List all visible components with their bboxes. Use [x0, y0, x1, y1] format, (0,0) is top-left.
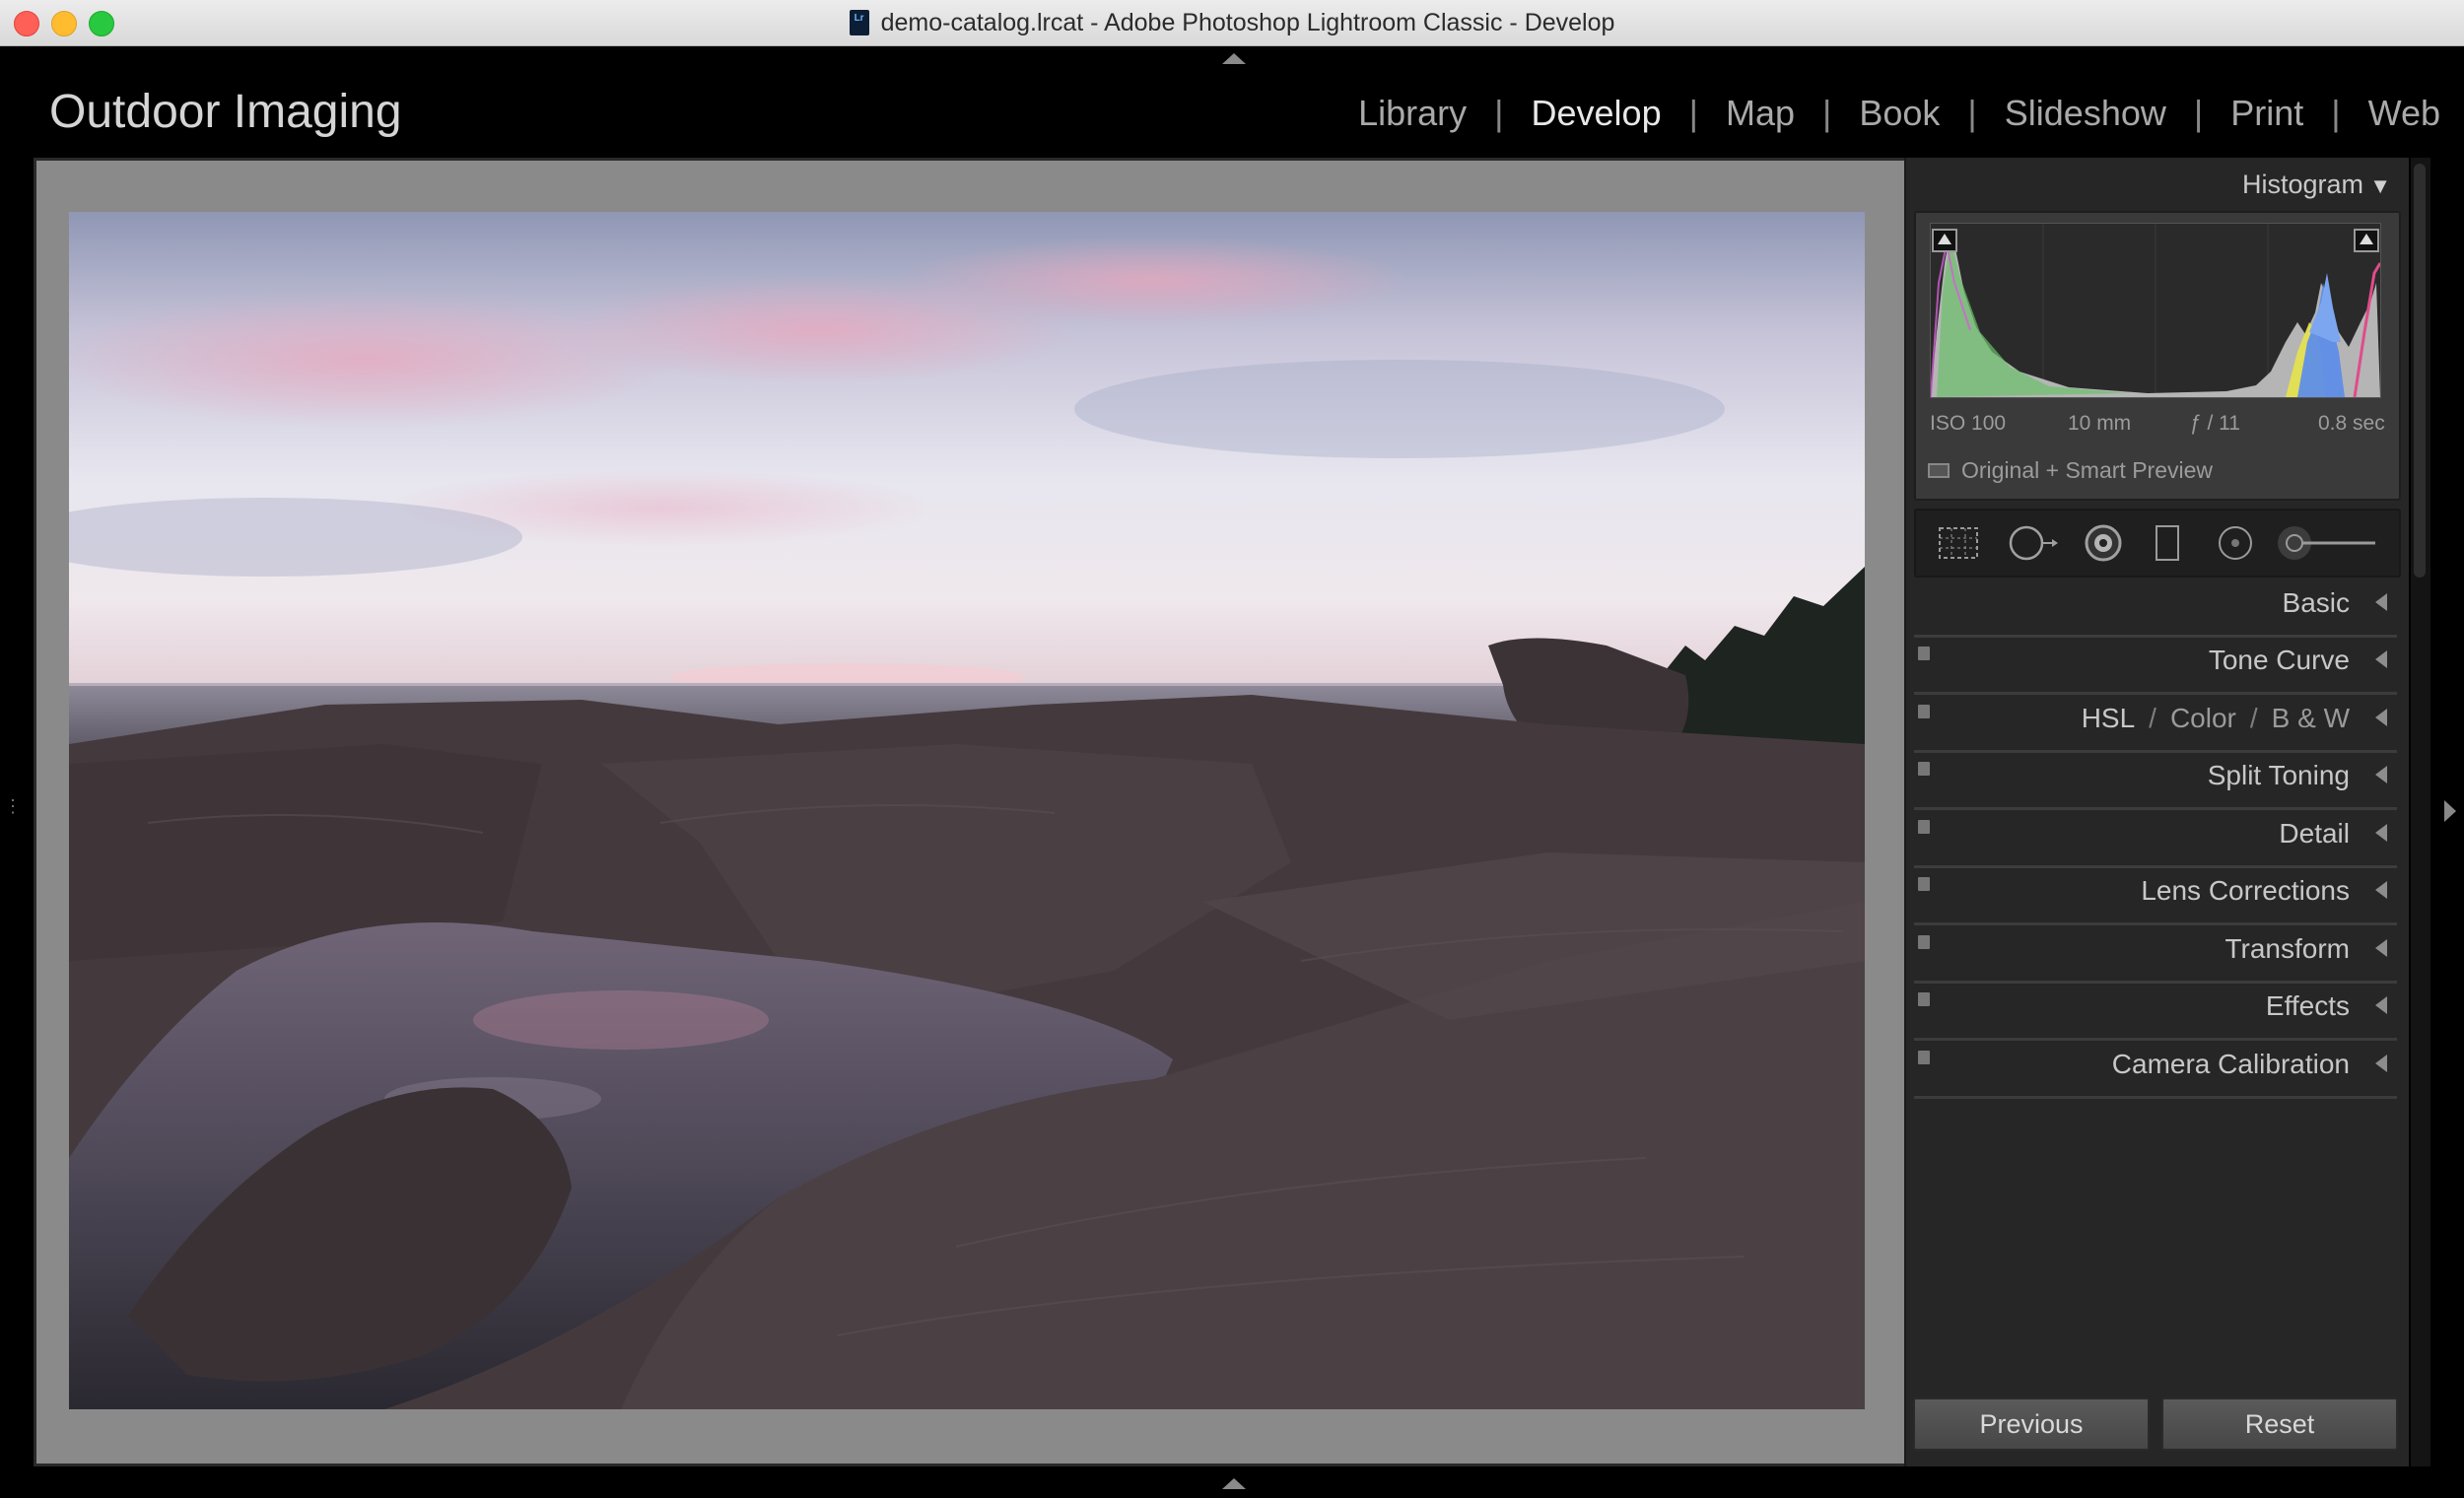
- module-separator: |: [2331, 93, 2341, 133]
- histogram-graph[interactable]: [1930, 223, 2382, 398]
- section-effects[interactable]: Effects: [1914, 981, 2397, 1041]
- main-photo-preview[interactable]: [69, 212, 1865, 1409]
- smart-preview-label: Original + Smart Preview: [1961, 457, 2213, 483]
- hsl-separator: /: [2249, 703, 2258, 733]
- expand-arrow-icon[interactable]: [2375, 939, 2387, 957]
- expand-arrow-icon[interactable]: [2375, 593, 2387, 611]
- exif-focal-length: 10 mm: [2068, 412, 2132, 435]
- module-library[interactable]: Library: [1358, 93, 1467, 134]
- shadow-clipping-icon[interactable]: [1932, 229, 1957, 252]
- window-title: demo-catalog.lrcat - Adobe Photoshop Lig…: [880, 8, 1615, 36]
- tool-strip: [1914, 509, 2401, 578]
- module-separator: |: [1688, 93, 1698, 133]
- expand-arrow-icon[interactable]: [2375, 650, 2387, 668]
- section-detail-label: Detail: [2279, 818, 2350, 849]
- smart-preview-status[interactable]: Original + Smart Preview: [1928, 457, 2213, 484]
- expand-arrow-icon[interactable]: [2375, 824, 2387, 842]
- bottom-panel-toggle-icon[interactable]: [1222, 1478, 1246, 1489]
- identity-plate: Outdoor Imaging: [49, 86, 402, 138]
- hsl-separator: /: [2149, 703, 2156, 733]
- section-lens-corrections[interactable]: Lens Corrections: [1914, 865, 2397, 925]
- module-separator: |: [1967, 93, 1977, 133]
- module-map[interactable]: Map: [1726, 93, 1795, 134]
- section-transform-label: Transform: [2224, 933, 2350, 964]
- lightroom-document-icon: Lr: [849, 10, 869, 35]
- section-basic[interactable]: Basic: [1914, 578, 2397, 638]
- exif-aperture: ƒ / 11: [2190, 412, 2240, 435]
- previous-button[interactable]: Previous: [1913, 1397, 2150, 1451]
- module-web[interactable]: Web: [2368, 93, 2440, 134]
- module-print[interactable]: Print: [2230, 93, 2303, 134]
- expand-arrow-icon[interactable]: [2375, 996, 2387, 1014]
- section-transform[interactable]: Transform: [1914, 923, 2397, 984]
- left-panel-toggle-icon[interactable]: ⋮: [4, 796, 22, 824]
- window-title-area: Lr demo-catalog.lrcat - Adobe Photoshop …: [0, 0, 2464, 45]
- panel-toggle-switch[interactable]: [1918, 992, 1930, 1006]
- module-slideshow[interactable]: Slideshow: [2005, 93, 2166, 134]
- expand-arrow-icon[interactable]: [2375, 709, 2387, 726]
- red-eye-icon[interactable]: [2082, 524, 2125, 562]
- section-camera-calibration[interactable]: Camera Calibration: [1914, 1039, 2397, 1099]
- radial-filter-icon[interactable]: [2214, 524, 2257, 562]
- section-split-toning-label: Split Toning: [2207, 760, 2350, 790]
- expand-arrow-icon[interactable]: [2375, 881, 2387, 899]
- section-tone-curve[interactable]: Tone Curve: [1914, 635, 2397, 695]
- scrollbar-thumb[interactable]: [2414, 164, 2426, 578]
- spot-removal-icon[interactable]: [2007, 524, 2060, 562]
- reset-button[interactable]: Reset: [2161, 1397, 2398, 1451]
- smart-preview-icon: [1928, 463, 1950, 478]
- module-develop[interactable]: Develop: [1532, 93, 1662, 134]
- module-picker: Library | Develop | Map | Book | Slidesh…: [1358, 93, 2440, 134]
- doc-icon-label: Lr: [854, 13, 864, 24]
- panel-toggle-switch[interactable]: [1918, 1051, 1930, 1064]
- module-separator: |: [1494, 93, 1504, 133]
- section-hsl-color-bw[interactable]: HSL / Color / B & W: [1914, 693, 2397, 753]
- window-titlebar: Lr demo-catalog.lrcat - Adobe Photoshop …: [0, 0, 2464, 46]
- histogram-title: Histogram: [2241, 170, 2363, 199]
- top-panel-toggle-icon[interactable]: [1222, 53, 1246, 64]
- panel-toggle-switch[interactable]: [1918, 647, 1930, 660]
- hsl-tab[interactable]: HSL: [2082, 703, 2135, 733]
- section-lens-corrections-label: Lens Corrections: [2141, 875, 2350, 906]
- section-hsl-label: HSL / Color / B & W: [2082, 703, 2350, 734]
- module-separator: |: [1822, 93, 1832, 133]
- landscape-photo: [69, 212, 1865, 1409]
- right-panel-toggle-icon[interactable]: [2444, 800, 2456, 822]
- panel-toggle-switch[interactable]: [1918, 877, 1930, 891]
- histogram-curves: [1930, 224, 2382, 398]
- section-camera-calibration-label: Camera Calibration: [2111, 1049, 2350, 1079]
- section-basic-label: Basic: [2282, 587, 2350, 618]
- panel-toggle-switch[interactable]: [1918, 935, 1930, 949]
- expand-arrow-icon[interactable]: [2375, 766, 2387, 783]
- panel-scrollbar[interactable]: [2411, 158, 2430, 1466]
- module-separator: |: [2193, 93, 2204, 133]
- section-detail[interactable]: Detail: [1914, 808, 2397, 868]
- adjustment-brush-icon[interactable]: [2277, 524, 2379, 562]
- exif-iso: ISO 100: [1930, 412, 2007, 435]
- panel-toggle-switch[interactable]: [1918, 820, 1930, 834]
- section-tone-curve-label: Tone Curve: [2208, 645, 2350, 675]
- expand-arrow-icon[interactable]: [2375, 1055, 2387, 1072]
- module-book[interactable]: Book: [1859, 93, 1940, 134]
- histogram-header[interactable]: Histogram ▼: [1904, 158, 2407, 213]
- color-tab[interactable]: Color: [2170, 703, 2236, 733]
- section-split-toning[interactable]: Split Toning: [1914, 750, 2397, 810]
- collapse-triangle-icon[interactable]: ▼: [2369, 173, 2391, 199]
- highlight-clipping-icon[interactable]: [2354, 229, 2379, 252]
- panel-toggle-switch[interactable]: [1918, 762, 1930, 776]
- exif-shutter-speed: 0.8 sec: [2318, 412, 2385, 435]
- graduated-filter-icon[interactable]: [2153, 524, 2182, 562]
- section-effects-label: Effects: [2265, 990, 2350, 1021]
- bw-tab[interactable]: B & W: [2272, 703, 2350, 733]
- panel-toggle-switch[interactable]: [1918, 705, 1930, 718]
- crop-overlay-icon[interactable]: [1936, 524, 1981, 562]
